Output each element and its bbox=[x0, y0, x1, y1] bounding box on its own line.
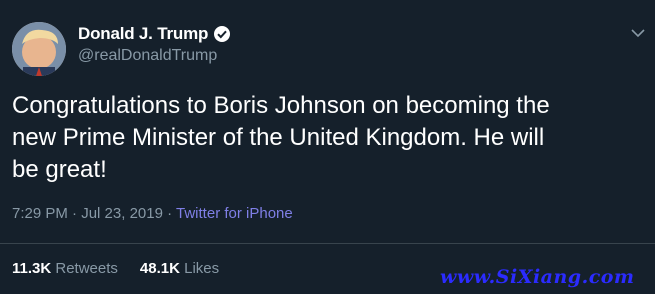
author-name-row: Donald J. Trump bbox=[78, 24, 231, 44]
watermark: www.SiXiang.com bbox=[440, 266, 635, 288]
chevron-down-icon[interactable] bbox=[630, 26, 646, 38]
retweets-stat[interactable]: 11.3K Retweets bbox=[12, 260, 118, 277]
retweets-label: Retweets bbox=[55, 260, 118, 277]
meta-separator: · bbox=[67, 205, 82, 222]
avatar-image bbox=[12, 22, 66, 76]
tweet-meta: 7:29 PM · Jul 23, 2019 · Twitter for iPh… bbox=[12, 205, 293, 222]
verified-badge-icon bbox=[213, 25, 231, 43]
author-handle[interactable]: @realDonaldTrump bbox=[78, 47, 217, 65]
retweets-count: 11.3K bbox=[12, 260, 52, 277]
likes-stat[interactable]: 48.1K Likes bbox=[140, 260, 219, 277]
tweet-text: Congratulations to Boris Johnson on beco… bbox=[12, 92, 550, 183]
tweet-stats: 11.3K Retweets 48.1K Likes bbox=[12, 260, 219, 277]
tweet-date[interactable]: Jul 23, 2019 bbox=[81, 205, 163, 222]
author-display-name[interactable]: Donald J. Trump bbox=[78, 24, 208, 44]
likes-count: 48.1K bbox=[139, 260, 180, 277]
tweet-card: Donald J. Trump @realDonaldTrump Congrat… bbox=[0, 0, 655, 294]
likes-label: Likes bbox=[184, 260, 220, 277]
tweet-time[interactable]: 7:29 PM bbox=[12, 205, 68, 222]
avatar[interactable] bbox=[12, 22, 66, 76]
meta-separator: · bbox=[162, 205, 177, 222]
tweet-source-link[interactable]: Twitter for iPhone bbox=[176, 205, 293, 222]
divider bbox=[0, 243, 655, 244]
